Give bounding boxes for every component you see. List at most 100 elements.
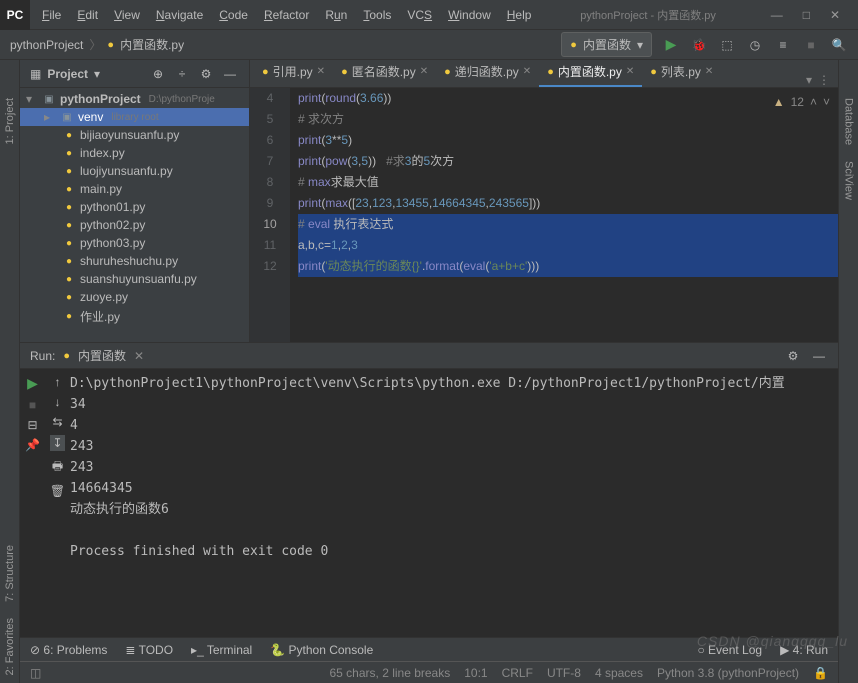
rerun-button[interactable]: ▶ [27, 375, 38, 392]
run-config-dropdown[interactable]: ● 内置函数 ▾ [561, 32, 652, 57]
gear-icon[interactable]: ⚙ [784, 347, 802, 365]
gear-icon[interactable]: ⚙ [197, 65, 215, 83]
editor-tab[interactable]: ●引用.py✕ [254, 60, 333, 87]
tree-root[interactable]: ▾▣ pythonProject D:\pythonProje [20, 90, 249, 108]
tree-file[interactable]: ●作业.py [20, 306, 249, 327]
tree-file[interactable]: ●index.py [20, 144, 249, 162]
status-encoding[interactable]: UTF-8 [547, 666, 581, 680]
sidebar-tab-database[interactable]: Database [843, 90, 855, 153]
run-coverage-icon[interactable]: ⬚ [718, 36, 736, 54]
tree-file[interactable]: ●luojiyunsuanfu.py [20, 162, 249, 180]
chevron-up-icon[interactable]: ˄ [810, 92, 817, 113]
status-indent[interactable]: 4 spaces [595, 666, 643, 680]
concurrent-icon[interactable]: ≡ [774, 36, 792, 54]
main-area: 1: Project 7: Structure 2: Favorites ▦ P… [0, 60, 858, 683]
scroll-icon[interactable]: ↧ [50, 435, 64, 451]
menu-navigate[interactable]: Navigate [150, 4, 209, 26]
close-icon[interactable]: ✕ [523, 66, 531, 77]
tree-file[interactable]: ●python02.py [20, 216, 249, 234]
code-content[interactable]: print(round(3.66))# 求次方print(3**5)print(… [290, 88, 838, 342]
status-eol[interactable]: CRLF [502, 666, 533, 680]
warning-icon[interactable]: ▲ [773, 92, 785, 113]
trash-icon[interactable]: 🗑 [50, 484, 65, 498]
breadcrumb-project[interactable]: pythonProject [10, 38, 83, 52]
menu-run[interactable]: Run [319, 4, 353, 26]
editor-tabs: ●引用.py✕ ●匿名函数.py✕ ●递归函数.py✕ ●内置函数.py✕ ●列… [250, 60, 838, 88]
tree-file[interactable]: ●python01.py [20, 198, 249, 216]
up-icon[interactable]: ↑ [55, 375, 61, 389]
tree-file[interactable]: ●zuoye.py [20, 288, 249, 306]
chevron-down-icon[interactable]: ˅ [823, 92, 830, 113]
menu-help[interactable]: Help [501, 4, 538, 26]
tree-file[interactable]: ●bijiaoyunsuanfu.py [20, 126, 249, 144]
status-caret[interactable]: 10:1 [464, 666, 487, 680]
tree-venv[interactable]: ▸▣ venv library root [20, 108, 249, 126]
layout-icon[interactable]: ⊟ [27, 418, 37, 432]
toolwindows-icon[interactable]: ◫ [30, 666, 41, 680]
todo-button[interactable]: ≣ TODO [125, 643, 173, 657]
editor-tab[interactable]: ●匿名函数.py✕ [333, 60, 436, 87]
stop-button[interactable]: ■ [29, 398, 36, 412]
wrap-icon[interactable]: ⇆ [52, 415, 62, 429]
locate-icon[interactable]: ⊕ [149, 65, 167, 83]
collapse-icon[interactable]: ÷ [173, 65, 191, 83]
close-icon[interactable]: ✕ [420, 66, 428, 77]
tree-file[interactable]: ●main.py [20, 180, 249, 198]
hide-icon[interactable]: — [221, 65, 239, 83]
more-icon[interactable]: ⋮ [818, 73, 830, 87]
run-button[interactable]: ▶ [662, 36, 680, 54]
down-icon[interactable]: ↓ [55, 395, 61, 409]
close-icon[interactable]: ✕ [705, 66, 713, 77]
editor-tab[interactable]: ●列表.py✕ [642, 60, 721, 87]
lock-icon[interactable]: 🔒 [813, 666, 828, 680]
search-icon[interactable]: 🔍 [830, 36, 848, 54]
warning-count: 12 [791, 92, 804, 113]
run-tab-label[interactable]: 内置函数 [78, 347, 126, 364]
menu-view[interactable]: View [108, 4, 146, 26]
tree-file[interactable]: ●shuruheshuchu.py [20, 252, 249, 270]
project-panel: ▦ Project ▾ ⊕ ÷ ⚙ — ▾▣ pythonProject D:\… [20, 60, 250, 342]
close-icon[interactable]: ✕ [317, 66, 325, 77]
python-console-button[interactable]: 🐍 Python Console [270, 643, 373, 657]
window-max-icon[interactable]: □ [803, 8, 810, 22]
menu-tools[interactable]: Tools [357, 4, 397, 26]
line-gutter[interactable]: 456789101112 [250, 88, 290, 342]
menu-file[interactable]: File [36, 4, 67, 26]
menu-vcs[interactable]: VCS [401, 4, 438, 26]
editor-tab[interactable]: ●递归函数.py✕ [436, 60, 539, 87]
sidebar-tab-favorites[interactable]: 2: Favorites [4, 610, 16, 683]
tree-file[interactable]: ●python03.py [20, 234, 249, 252]
sidebar-tab-project[interactable]: 1: Project [4, 90, 16, 152]
close-icon[interactable]: ✕ [626, 66, 634, 77]
menu-edit[interactable]: Edit [71, 4, 104, 26]
menu-code[interactable]: Code [213, 4, 254, 26]
chevron-down-icon: ▾ [637, 38, 643, 52]
sidebar-tab-structure[interactable]: 7: Structure [4, 537, 16, 610]
menu-window[interactable]: Window [442, 4, 497, 26]
editor-tab[interactable]: ●内置函数.py✕ [539, 60, 642, 87]
window-min-icon[interactable]: — [771, 8, 783, 22]
pin-icon[interactable]: 📌 [25, 438, 40, 452]
hide-icon[interactable]: — [810, 347, 828, 365]
chevron-down-icon[interactable]: ▾ [806, 73, 812, 87]
project-panel-title[interactable]: Project [47, 67, 88, 81]
menu-refactor[interactable]: Refactor [258, 4, 315, 26]
python-file-icon: ● [107, 39, 114, 51]
run-output[interactable]: D:\pythonProject1\pythonProject\venv\Scr… [70, 369, 838, 637]
status-interpreter[interactable]: Python 3.8 (pythonProject) [657, 666, 799, 680]
tree-file[interactable]: ●suanshuyunsuanfu.py [20, 270, 249, 288]
chevron-down-icon[interactable]: ▾ [94, 67, 100, 81]
terminal-button[interactable]: ▸_ Terminal [191, 643, 252, 657]
breadcrumb-file[interactable]: 内置函数.py [120, 36, 184, 53]
sidebar-tab-sciview[interactable]: SciView [843, 153, 855, 208]
editor-body[interactable]: ▲ 12 ˄ ˅ 456789101112 print(round(3.66))… [250, 88, 838, 342]
debug-button[interactable]: 🐞 [690, 36, 708, 54]
window-close-icon[interactable]: ✕ [830, 8, 840, 22]
problems-button[interactable]: ⊘ 6: Problems [30, 643, 107, 657]
close-icon[interactable]: ✕ [134, 349, 144, 363]
print-icon[interactable]: 🖶 [52, 457, 63, 478]
left-toolwindow-bar: 1: Project 7: Structure 2: Favorites [0, 60, 20, 683]
stop-button[interactable]: ■ [802, 36, 820, 54]
run-toolbar: ▶ ■ ⊟ 📌 ↑ ↓ ⇆ ↧ 🖶 🗑 [20, 369, 70, 637]
profile-icon[interactable]: ◷ [746, 36, 764, 54]
